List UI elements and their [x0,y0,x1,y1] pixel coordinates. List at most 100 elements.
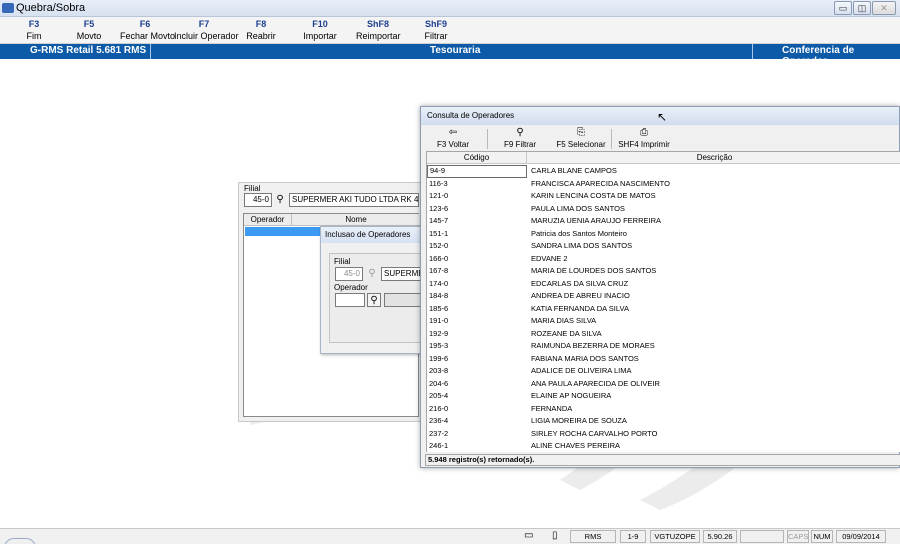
fkey-fechar-movto[interactable]: F6 Fechar Movto [120,19,175,42]
table-row[interactable]: 205-4 ELAINE AP NOGUEIRA [427,390,900,403]
col-operador[interactable]: Operador [244,214,292,226]
table-row[interactable]: 246-1 ALINE CHAVES PEREIRA [427,440,900,452]
codigo-cell: 236-4 [429,416,449,425]
table-row[interactable]: 123-6 PAULA LIMA DOS SANTOS [427,203,900,216]
caps-indicator: CAPS [787,530,809,543]
codigo-cell: 192-9 [429,328,449,338]
page-indicator: 1-9 [620,530,646,543]
toolbar-label: F3 Voltar [436,140,469,149]
table-row[interactable]: 145-7 MARUZIA UENIA ARAUJO FERREIRA [427,215,900,228]
fkey-importar[interactable]: F10 Importar [302,19,338,42]
app-icon [2,3,14,13]
fkey-code: F6 [139,19,151,29]
fkey-code: F5 [83,19,95,29]
window-controls: ▭ ◫ ✕ [834,1,896,15]
codigo-cell: 121-0 [429,191,449,200]
mouse-cursor-icon: ↖ [657,110,668,124]
table-row[interactable]: 199-6 FABIANA MARIA DOS SANTOS [427,353,900,366]
binoculars-icon: ⚲ [368,268,376,279]
records-status: 5.948 registro(s) retornado(s). [425,454,900,466]
table-row[interactable]: 167-8 MARIA DE LOURDES DOS SANTOS [427,265,900,278]
fkey-reabrir[interactable]: F8 Reabrir [246,19,276,42]
filial-code-field[interactable]: 45-0 [244,193,272,207]
fkey-code: F7 [198,19,210,29]
col-descricao[interactable]: Descrição [527,152,900,164]
col-nome[interactable]: Nome [292,214,420,226]
printer-icon: ⎙ [640,127,648,138]
codigo-cell: 151-1 [429,228,449,238]
filtrar-button[interactable]: ⚲ F9 Filtrar [501,127,539,151]
descricao-cell: KATIA FERNANDA DA SILVA [531,303,629,313]
table-row[interactable]: 237-2 SIRLEY ROCHA CARVALHO PORTO [427,428,900,441]
close-button[interactable]: ✕ [872,1,896,15]
network-icon: ▭ [524,530,534,541]
table-row[interactable]: 94-9 CARLA BLANE CAMPOS [427,165,900,178]
table-row[interactable]: 203-8 ADALICE DE OLIVEIRA LIMA [427,365,900,378]
codigo-cell: 199-6 [429,353,449,363]
binoculars-icon[interactable]: ⚲ [273,193,287,207]
descricao-cell: FRANCISCA APARECIDA NASCIMENTO [531,178,670,188]
descricao-cell: Patricia dos Santos Monteiro [531,228,627,238]
codigo-cell: 204-6 [429,378,449,388]
fkey-code: F8 [255,19,267,29]
descricao-cell: SIRLEY ROCHA CARVALHO PORTO [531,428,658,438]
table-row[interactable]: 174-0 EDCARLAS DA SILVA CRUZ [427,278,900,291]
operadores-table[interactable]: Código Descrição 94-9 CARLA BLANE CAMPOS 1… [426,151,900,452]
fkey-filtrar[interactable]: ShF9 Filtrar [422,19,450,42]
descricao-cell: FABIANA MARIA DOS SANTOS [531,353,639,363]
codigo-cell: 174-0 [429,278,449,288]
binoculars-icon: ⚲ [516,127,524,138]
codigo-cell: 185-6 [429,303,449,313]
status-bar: ▭ ▯ RMS 1-9 VGTUZOPE 5.90.26 CAPS NUM 09… [0,528,900,544]
binoculars-icon[interactable]: ⚲ [367,293,381,307]
header-divider [150,44,151,59]
codigo-cell: 94-9 [427,165,527,178]
codigo-cell: 116-3 [429,178,448,188]
select-icon: ⎘ [577,127,585,138]
maximize-button[interactable]: ◫ [853,1,871,15]
fkey-label: Reimportar [356,31,401,41]
codigo-cell: 152-0 [429,241,449,250]
table-row[interactable]: 184-8 ANDREA DE ABREU INACIO [427,290,900,303]
descricao-cell: MARIA DIAS SILVA [531,316,597,325]
operador-input[interactable] [335,293,365,307]
system-indicator: RMS [570,530,616,543]
table-row[interactable]: 216-0 FERNANDA [427,403,900,416]
descricao-cell: RAIMUNDA BEZERRA DE MORAES [531,341,655,350]
table-row[interactable]: 152-0 SANDRA LIMA DOS SANTOS [427,240,900,253]
codigo-cell: 191-0 [429,316,449,325]
table-row[interactable]: 195-3 RAIMUNDA BEZERRA DE MORAES [427,340,900,353]
table-row[interactable]: 236-4 LIGIA MOREIRA DE SOUZA [427,415,900,428]
fkey-reimportar[interactable]: ShF8 Reimportar [356,19,401,42]
table-row[interactable]: 185-6 KATIA FERNANDA DA SILVA [427,303,900,316]
inclusao-form: Filial 45-0 ⚲ SUPERMER Operador ⚲ [329,253,426,343]
table-row[interactable]: 192-9 ROZEANE DA SILVA [427,328,900,341]
table-row[interactable]: 151-1 Patricia dos Santos Monteiro [427,228,900,241]
filial-name-field: SUPERMER AKI TUDO LTDA RK 45-0 [289,193,419,207]
fkey-label: Movto [76,31,102,41]
filial-label: Filial [334,257,351,266]
filial-label: Filial [244,184,261,193]
descricao-cell: EDVANE 2 [531,253,568,263]
imprimir-button[interactable]: ⎙ SHF4 Imprimir [617,127,671,151]
descricao-cell: LIGIA MOREIRA DE SOUZA [531,416,627,425]
start-button-icon[interactable] [4,538,36,544]
table-row[interactable]: 204-6 ANA PAULA APARECIDA DE OLIVEIR [427,378,900,391]
minimize-button[interactable]: ▭ [834,1,852,15]
descricao-cell: ANA PAULA APARECIDA DE OLIVEIR [531,378,660,388]
descricao-cell: MARUZIA UENIA ARAUJO FERREIRA [531,216,662,225]
date-indicator: 09/09/2014 [836,530,886,543]
table-row[interactable]: 166-0 EDVANE 2 [427,253,900,266]
col-codigo[interactable]: Código [427,152,527,164]
table-row[interactable]: 116-3 FRANCISCA APARECIDA NASCIMENTO [427,178,900,191]
descricao-cell: FERNANDA [531,403,573,413]
selecionar-button[interactable]: ⎘ F5 Selecionar [553,127,609,151]
user-indicator: VGTUZOPE [650,530,700,543]
fkey-fim[interactable]: F3 Fim [22,19,46,42]
fkey-label: Incluir Operador [174,31,239,41]
voltar-button[interactable]: ⇦ F3 Voltar [431,127,475,151]
fkey-movto[interactable]: F5 Movto [74,19,104,42]
fkey-incluir-operador[interactable]: F7 Incluir Operador [174,19,239,42]
table-row[interactable]: 121-0 KARIN LENCINA COSTA DE MATOS [427,190,900,203]
table-row[interactable]: 191-0 MARIA DIAS SILVA [427,315,900,328]
